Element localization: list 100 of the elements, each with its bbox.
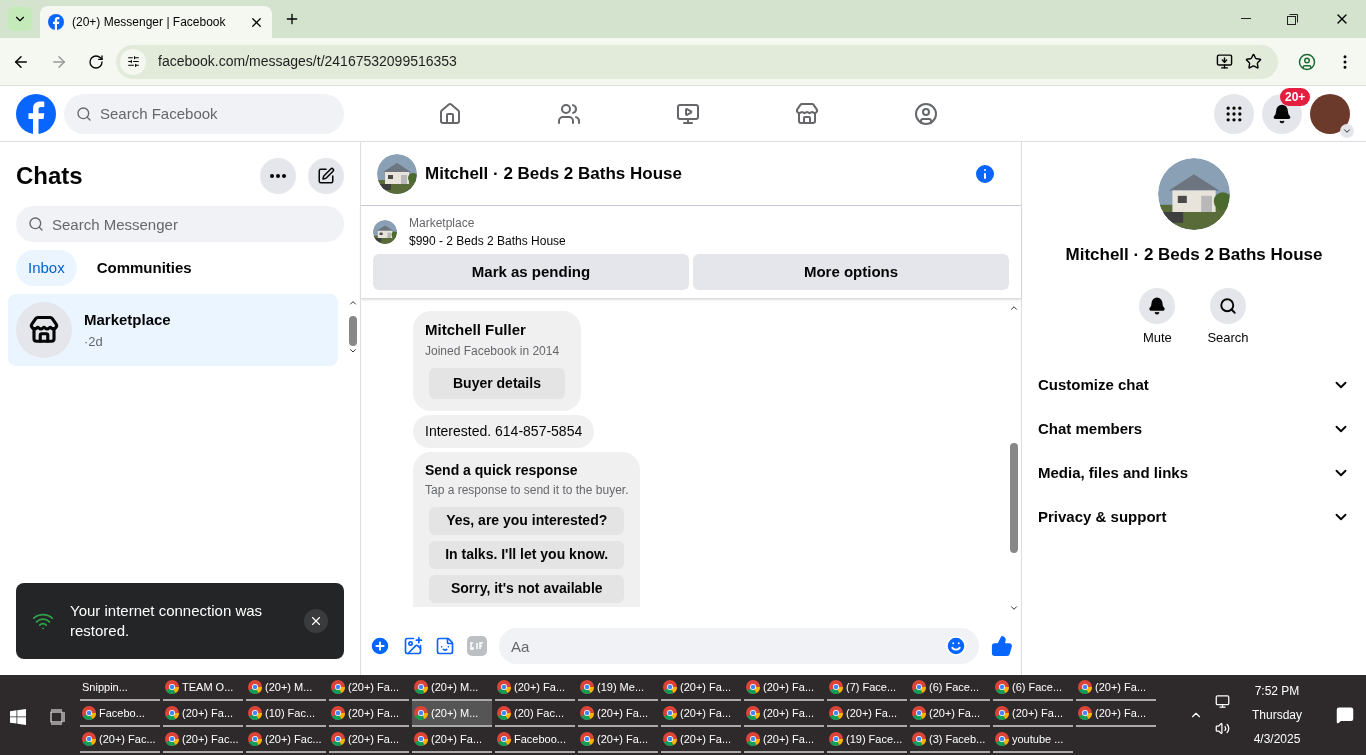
taskbar-button[interactable]: (20+) Fa...	[827, 701, 907, 727]
new-tab-icon[interactable]	[284, 11, 300, 27]
taskbar-button[interactable]: (10) Fac...	[246, 701, 326, 727]
groups-icon	[913, 101, 938, 126]
action-button[interactable]: Mark as pending	[373, 254, 689, 290]
scrollbar-thumb[interactable]	[1010, 443, 1018, 553]
taskbar-button[interactable]: (20+) Fac...	[80, 727, 160, 753]
action-button[interactable]: More options	[693, 254, 1009, 290]
avatar[interactable]	[1310, 93, 1350, 134]
plus-icon[interactable]	[369, 635, 391, 657]
chat-name: Marketplace	[84, 310, 171, 330]
taskbar-button[interactable]: (20+) Fa...	[329, 675, 409, 701]
profile-icon[interactable]	[1298, 52, 1316, 71]
volume-icon[interactable]	[1215, 721, 1230, 736]
quick-response-button[interactable]: In talks. I'll let you know.	[429, 540, 625, 569]
windows-icon[interactable]	[10, 709, 26, 725]
chrome-icon	[248, 680, 262, 694]
filter-tab[interactable]: Inbox	[16, 250, 77, 286]
taskbar-button[interactable]: (20+) Fa...	[329, 727, 409, 753]
taskbar-button[interactable]: (20+) Fa...	[993, 701, 1073, 727]
taskbar-button[interactable]: (19) Face...	[827, 727, 907, 753]
search-field[interactable]: Search Messenger	[16, 206, 344, 242]
taskbar-button[interactable]: (19) Me...	[578, 675, 658, 701]
chats-heading: Chats	[16, 161, 84, 191]
like-icon[interactable]	[991, 635, 1013, 657]
browser-tab[interactable]: (20+) Messenger | Facebook	[40, 6, 272, 38]
taskbar-button[interactable]: youtube ...	[993, 727, 1073, 753]
facebook-logo-icon[interactable]	[16, 93, 56, 134]
taskbar-button[interactable]: (20+) Fa...	[329, 701, 409, 727]
tab-list-button[interactable]	[8, 7, 32, 31]
taskbar-button[interactable]: (20) Fac...	[495, 701, 575, 727]
chrome-icon	[912, 706, 926, 720]
section-title[interactable]: Customize chat	[1038, 373, 1332, 397]
new-message-button[interactable]	[308, 158, 344, 194]
install-icon[interactable]	[1216, 53, 1233, 70]
taskbar-button[interactable]: (20+) Fa...	[744, 675, 824, 701]
chrome-icon	[1078, 706, 1092, 720]
compose-icon	[317, 167, 335, 185]
close-button[interactable]	[304, 609, 328, 633]
taskbar-button[interactable]: Snippin...	[80, 675, 160, 701]
facebook-logo-icon[interactable]	[48, 14, 64, 30]
taskbar-button[interactable]: (20+) Fa...	[910, 701, 990, 727]
taskbar-button[interactable]: (20+) M...	[246, 675, 326, 701]
caret-button[interactable]	[1340, 123, 1354, 138]
options-button[interactable]	[260, 158, 296, 194]
taskbar-button[interactable]: (20+) Fa...	[661, 675, 741, 701]
notifications-icon[interactable]	[1336, 706, 1354, 724]
scrollbar-thumb[interactable]	[349, 315, 357, 347]
section-title[interactable]: Media, files and links	[1038, 461, 1332, 485]
taskbar-button[interactable]: (7) Face...	[827, 675, 907, 701]
filter-tab[interactable]: Communities	[84, 250, 204, 286]
taskbar-button[interactable]: (20+) Fa...	[163, 701, 243, 727]
taskbar-button[interactable]: (6) Face...	[993, 675, 1073, 701]
taskbar-button[interactable]: (20+) Fac...	[246, 727, 326, 753]
taskbar-button[interactable]: (20+) Fa...	[412, 727, 492, 753]
reload-icon[interactable]	[88, 53, 104, 70]
taskbar-button[interactable]: (20+) Fa...	[578, 727, 658, 753]
taskbar-button[interactable]: TEAM O...	[163, 675, 243, 701]
menu-button[interactable]	[1214, 93, 1254, 134]
taskbar-button[interactable]: (6) Face...	[910, 675, 990, 701]
taskbar-button[interactable]: (20+) Fa...	[661, 701, 741, 727]
chrome-icon	[331, 680, 345, 694]
address-bar[interactable]: facebook.com/messages/t/24167532099516353	[116, 44, 1278, 79]
quick-response-button[interactable]: Sorry, it's not available	[429, 574, 625, 603]
search-field[interactable]: Search Facebook	[64, 93, 344, 134]
network-icon[interactable]	[1215, 694, 1230, 709]
sticker-icon[interactable]	[435, 636, 455, 656]
mute-button[interactable]	[1139, 287, 1176, 324]
minimize-icon[interactable]	[1241, 18, 1251, 20]
more-icon	[270, 174, 286, 178]
search-button[interactable]	[1210, 287, 1246, 324]
image-icon[interactable]	[403, 636, 423, 656]
chat-item[interactable]: Marketplace ·2d	[8, 294, 338, 366]
taskbar-button[interactable]: Facebo...	[80, 701, 160, 727]
taskbar-button[interactable]: (20+) M...	[412, 701, 492, 727]
scroll-down-icon[interactable]	[1009, 603, 1019, 613]
taskbar-button[interactable]: (20+) Fa...	[744, 727, 824, 753]
site-settings-button[interactable]	[120, 48, 146, 75]
scroll-up-icon[interactable]	[1009, 303, 1019, 313]
bookmark-icon[interactable]	[1245, 53, 1262, 70]
taskbar-button[interactable]: (3) Faceb...	[910, 727, 990, 753]
scroll-up-icon[interactable]	[348, 298, 358, 308]
chrome-icon	[165, 732, 179, 746]
emoji-icon[interactable]	[945, 635, 967, 657]
task-view-icon[interactable]	[50, 709, 66, 725]
taskbar-button[interactable]: (20+) Fa...	[1076, 701, 1156, 727]
joined-text: Joined Facebook in 2014	[425, 342, 560, 360]
taskbar-button[interactable]: (20+) Fa...	[661, 727, 741, 753]
taskbar-button[interactable]: (20+) Fa...	[744, 701, 824, 727]
taskbar-button[interactable]: (20+) Fa...	[495, 675, 575, 701]
taskbar-button[interactable]: (20+) Fa...	[1076, 675, 1156, 701]
taskbar-button[interactable]: (20+) Fa...	[578, 701, 658, 727]
taskbar-button[interactable]: (20+) Fac...	[163, 727, 243, 753]
section-title[interactable]: Privacy & support	[1038, 505, 1332, 529]
section-title[interactable]: Chat members	[1038, 417, 1332, 441]
restore-icon[interactable]	[1287, 13, 1298, 25]
quick-response-button[interactable]: Yes, are you interested?	[429, 506, 625, 535]
taskbar-button[interactable]: Faceboo...	[495, 727, 575, 753]
message-field[interactable]: Aa	[499, 628, 979, 664]
buyer-details-button[interactable]: Buyer details	[429, 367, 565, 399]
